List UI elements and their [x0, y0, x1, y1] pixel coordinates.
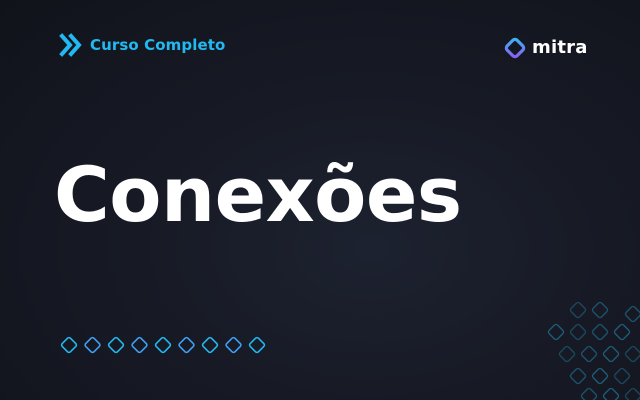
pattern-diamond — [602, 345, 620, 363]
row-diamond — [60, 336, 78, 354]
pattern-diamond — [624, 305, 640, 323]
row-diamond — [248, 336, 266, 354]
row-diamond — [201, 336, 219, 354]
row-diamond — [107, 336, 125, 354]
course-tag: Curso Completo — [59, 33, 225, 57]
pattern-diamond — [613, 323, 631, 341]
row-diamond — [154, 336, 172, 354]
pattern-diamond — [547, 323, 565, 341]
diamond-logo-icon — [502, 35, 528, 61]
pattern-diamond — [558, 345, 576, 363]
pattern-diamond — [624, 387, 640, 400]
pattern-diamond — [580, 387, 598, 400]
pattern-diamond — [591, 323, 609, 341]
page-title: Conexões — [54, 150, 462, 239]
pattern-diamond — [591, 301, 609, 319]
pattern-diamond — [580, 345, 598, 363]
pattern-diamond — [602, 387, 620, 400]
row-diamond — [225, 336, 242, 354]
pattern-diamond — [569, 301, 587, 319]
pattern-diamond — [569, 323, 587, 341]
row-diamond — [84, 336, 101, 354]
double-chevron-right-icon — [59, 33, 83, 57]
diamond-grid-pattern — [547, 301, 640, 400]
pattern-diamond — [591, 367, 609, 385]
row-diamond — [178, 336, 195, 354]
brand-name: mitra — [532, 37, 588, 58]
pattern-diamond — [624, 345, 640, 363]
row-diamond — [131, 336, 148, 354]
course-tag-label: Curso Completo — [90, 36, 226, 54]
course-card: Curso Completo mitra Conexões — [0, 0, 640, 400]
brand-logo: mitra — [502, 35, 588, 61]
diamond-row-decoration — [60, 336, 266, 354]
pattern-diamond — [569, 367, 587, 385]
pattern-diamond — [613, 367, 631, 385]
